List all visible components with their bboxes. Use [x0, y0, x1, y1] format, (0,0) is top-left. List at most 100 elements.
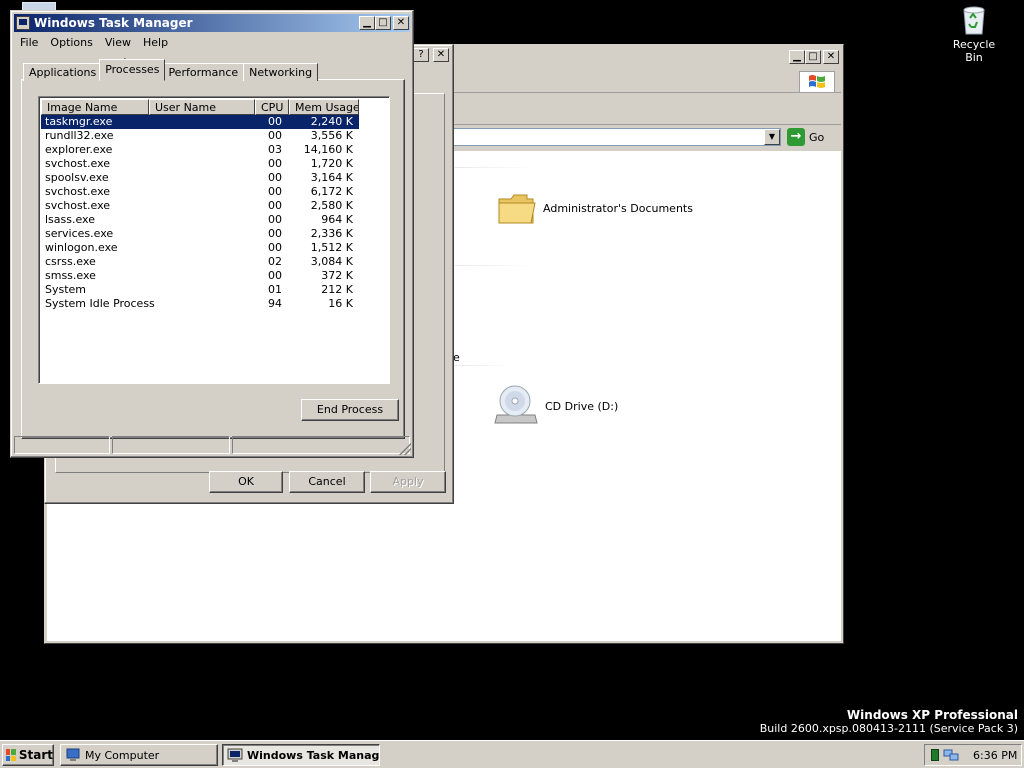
cd-drive-item[interactable]: CD Drive (D:) — [493, 383, 618, 429]
process-row[interactable]: svchost.exe 00 6,172 K — [41, 185, 387, 199]
process-mem: 964 K — [321, 213, 353, 226]
process-mem: 2,336 K — [310, 227, 353, 240]
group-divider — [455, 265, 535, 266]
start-label: Start — [18, 748, 53, 762]
menu-options[interactable]: Options — [44, 34, 98, 52]
close-button[interactable]: ✕ — [393, 16, 409, 30]
tab-networking[interactable]: Networking — [243, 63, 319, 81]
process-cpu: 00 — [255, 115, 289, 129]
clock[interactable]: 6:36 PM — [973, 749, 1017, 762]
process-row[interactable]: lsass.exe 00 964 K — [41, 213, 387, 227]
process-row[interactable]: System Idle Process 94 16 K — [41, 297, 387, 311]
process-mem: 6,172 K — [310, 185, 353, 198]
process-mem: 2,240 K — [289, 115, 359, 129]
process-row[interactable]: System 01 212 K — [41, 283, 387, 297]
close-button[interactable]: ✕ — [823, 50, 839, 64]
process-cpu: 00 — [268, 171, 282, 184]
menu-file[interactable]: File — [14, 34, 44, 52]
minimize-icon: ▁ — [363, 17, 371, 28]
end-process-button[interactable]: End Process — [301, 399, 399, 421]
process-list-header: Image Name User Name CPU Mem Usage — [41, 99, 359, 115]
process-cpu: 00 — [268, 199, 282, 212]
process-name: explorer.exe — [45, 143, 113, 156]
os-watermark: Windows XP Professional Build 2600.xpsp.… — [760, 708, 1018, 736]
status-commit — [232, 436, 410, 454]
taskbar-button-label: Windows Task Manag... — [247, 748, 380, 762]
start-button[interactable]: Start — [2, 744, 54, 766]
process-cpu: 00 — [268, 157, 282, 170]
process-user — [149, 115, 255, 129]
group-divider — [455, 167, 535, 168]
column-image-name[interactable]: Image Name — [41, 99, 149, 115]
tab-applications[interactable]: Applications — [23, 63, 103, 81]
resize-grip[interactable] — [399, 443, 411, 455]
process-row[interactable]: smss.exe 00 372 K — [41, 269, 387, 283]
task-manager-icon — [16, 16, 30, 30]
column-cpu[interactable]: CPU — [255, 99, 289, 115]
os-edition: Windows XP Professional — [846, 708, 1018, 722]
address-dropdown-button[interactable]: ▼ — [764, 129, 780, 145]
ok-button[interactable]: OK — [209, 471, 283, 493]
task-manager-cpu-tray-icon[interactable] — [931, 749, 939, 761]
process-name: taskmgr.exe — [41, 115, 149, 129]
process-mem: 2,580 K — [310, 199, 353, 212]
tab-processes[interactable]: Processes — [99, 59, 166, 81]
process-row[interactable]: taskmgr.exe 00 2,240 K — [41, 115, 387, 129]
taskbar-button-my-computer[interactable]: My Computer — [60, 744, 218, 766]
process-mem: 1,512 K — [310, 241, 353, 254]
recycle-bin-label: Recycle Bin — [952, 38, 996, 64]
process-name: csrss.exe — [45, 255, 96, 268]
window-title: Windows Task Manager — [34, 16, 193, 30]
process-cpu: 00 — [268, 185, 282, 198]
maximize-button[interactable]: □ — [375, 16, 391, 30]
process-row[interactable]: rundll32.exe 00 3,556 K — [41, 129, 387, 143]
process-mem: 3,084 K — [310, 255, 353, 268]
close-icon: ✕ — [396, 17, 406, 28]
process-cpu: 02 — [268, 255, 282, 268]
process-name: svchost.exe — [45, 185, 111, 198]
process-row[interactable]: winlogon.exe 00 1,512 K — [41, 241, 387, 255]
taskbar-button-task-manager[interactable]: Windows Task Manag... — [222, 744, 380, 766]
process-mem: 14,160 K — [303, 143, 353, 156]
help-button[interactable]: ? — [413, 48, 429, 62]
address-input[interactable]: ▼ — [437, 128, 781, 146]
minimize-button[interactable]: ▁ — [789, 50, 805, 64]
process-row[interactable]: svchost.exe 00 2,580 K — [41, 199, 387, 213]
process-cpu: 01 — [268, 283, 282, 296]
apply-button[interactable]: Apply — [370, 471, 446, 493]
close-button[interactable]: ✕ — [433, 48, 449, 62]
tab-performance[interactable]: Performance — [162, 63, 245, 81]
cancel-button[interactable]: Cancel — [289, 471, 365, 493]
process-row[interactable]: spoolsv.exe 00 3,164 K — [41, 171, 387, 185]
task-manager-titlebar[interactable]: Windows Task Manager — [14, 14, 410, 32]
process-row[interactable]: services.exe 00 2,336 K — [41, 227, 387, 241]
column-user-name[interactable]: User Name — [149, 99, 255, 115]
minimize-button[interactable]: ▁ — [359, 16, 375, 30]
process-cpu: 00 — [268, 213, 282, 226]
network-icon[interactable] — [943, 748, 959, 762]
process-user — [149, 171, 255, 185]
taskbar: Start My Computer Windows Task Manag... … — [0, 740, 1024, 768]
task-manager-window[interactable]: Windows Task Manager ▁ □ ✕ File Options … — [10, 10, 414, 458]
menu-view[interactable]: View — [99, 34, 137, 52]
recycle-bin[interactable]: Recycle Bin — [944, 2, 1004, 64]
process-mem: 16 K — [328, 297, 353, 310]
process-user — [149, 255, 255, 269]
process-cpu: 03 — [268, 143, 282, 156]
close-icon: ✕ — [826, 51, 836, 62]
menu-help[interactable]: Help — [137, 34, 174, 52]
process-row[interactable]: csrss.exe 02 3,084 K — [41, 255, 387, 269]
process-rows: taskmgr.exe 00 2,240 Krundll32.exe 00 3,556 … — [41, 115, 387, 311]
chevron-down-icon: ▼ — [768, 132, 776, 141]
process-row[interactable]: explorer.exe 03 14,160 K — [41, 143, 387, 157]
process-cpu: 94 — [268, 297, 282, 310]
process-list[interactable]: Image Name User Name CPU Mem Usage taskm… — [38, 96, 390, 384]
go-button[interactable]: → Go — [787, 127, 835, 147]
column-mem-usage[interactable]: Mem Usage — [289, 99, 359, 115]
go-label: Go — [809, 130, 825, 144]
process-row[interactable]: svchost.exe 00 1,720 K — [41, 157, 387, 171]
maximize-button[interactable]: □ — [805, 50, 821, 64]
process-name: svchost.exe — [45, 199, 111, 212]
recycle-bin-icon — [959, 2, 989, 36]
administrators-documents-item[interactable]: Administrator's Documents — [497, 191, 693, 225]
